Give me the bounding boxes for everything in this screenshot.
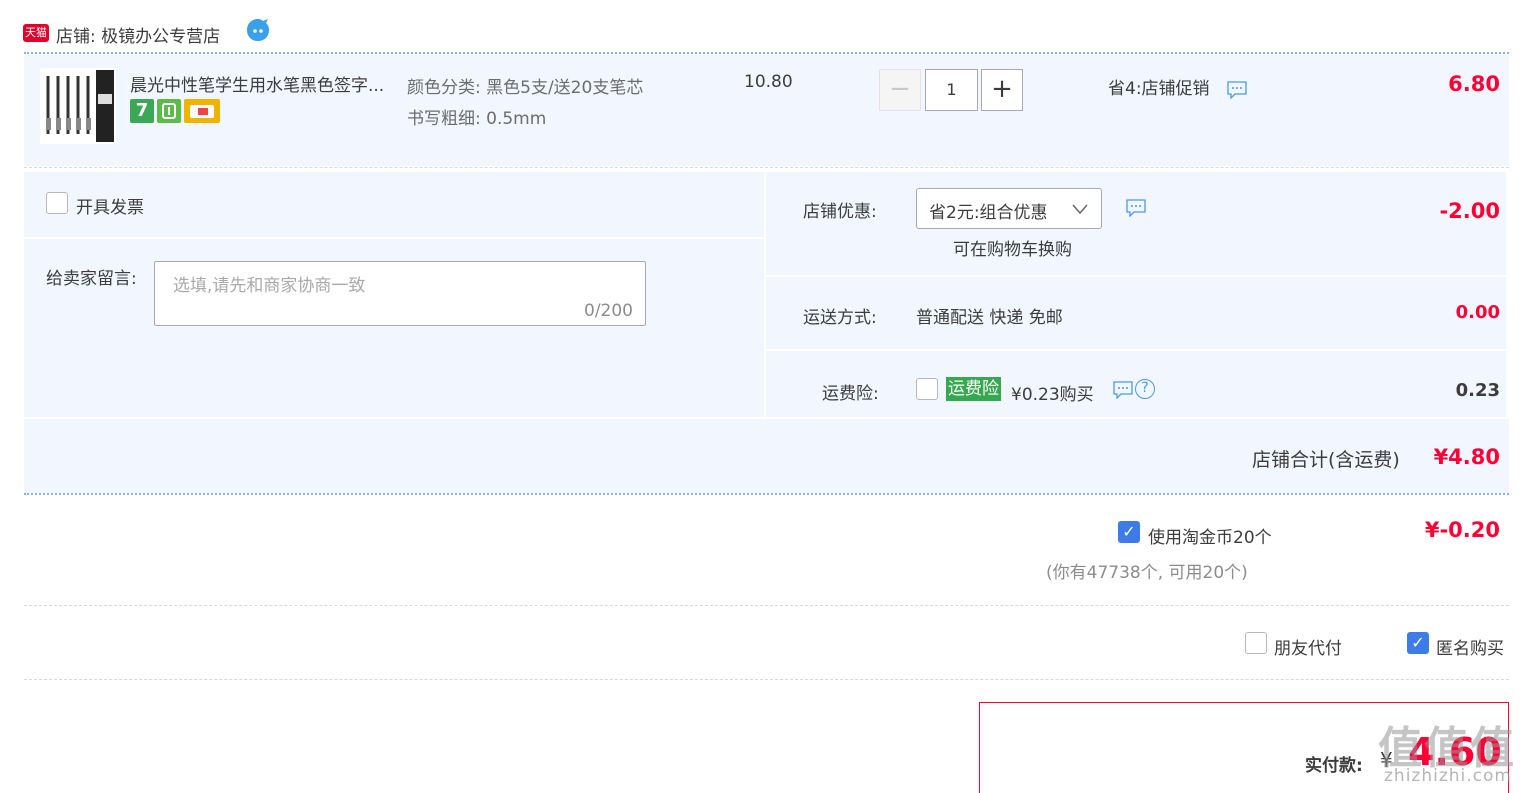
exchange-note-link[interactable]: 可在购物车换购 bbox=[953, 235, 1072, 260]
coins-divider bbox=[24, 605, 1509, 606]
credit-card-icon bbox=[184, 99, 220, 123]
friend-pay-checkbox[interactable] bbox=[1245, 632, 1267, 654]
seller-message-input[interactable]: 选填,请先和商家协商一致 0/200 bbox=[154, 261, 646, 326]
item-subtotal: 6.80 bbox=[1448, 72, 1500, 96]
sku-width: 书写粗细: 0.5mm bbox=[407, 109, 547, 129]
shop-total-divider bbox=[24, 493, 1509, 495]
product-title-link[interactable]: 晨光中性笔学生用水笔黑色签字... bbox=[130, 71, 400, 96]
item-divider bbox=[24, 167, 1509, 168]
shipping-amount: 0.00 bbox=[1455, 302, 1500, 323]
quantity-increase-button[interactable]: + bbox=[981, 69, 1023, 111]
tmall-logo: 天猫 bbox=[23, 24, 49, 42]
item-promotion: 省4:店铺促销 bbox=[1108, 79, 1210, 99]
final-payment-label: 实付款: bbox=[1305, 756, 1363, 776]
message-label: 给卖家留言: bbox=[46, 269, 137, 289]
shipping-label: 运送方式: bbox=[803, 308, 877, 328]
anonymous-purchase-label: 匿名购买 bbox=[1436, 639, 1504, 659]
insurance-info-icon[interactable] bbox=[1112, 381, 1134, 400]
options-divider bbox=[24, 679, 1509, 680]
quantity-decrease-button[interactable]: − bbox=[879, 69, 921, 111]
shipping-row bbox=[766, 277, 1506, 349]
discount-info-icon[interactable] bbox=[1125, 199, 1147, 218]
shop-discount-row bbox=[766, 172, 1506, 275]
message-placeholder: 选填,请先和商家协商一致 bbox=[173, 276, 366, 296]
site-watermark-url: zhizhizhi.com bbox=[1384, 766, 1512, 786]
use-coins-checkbox[interactable]: ✓ bbox=[1118, 521, 1140, 543]
insurance-badge: 运费险 bbox=[946, 377, 1001, 401]
promo-info-icon[interactable] bbox=[1226, 81, 1248, 100]
sku-color: 颜色分类: 黑色5支/送20支笔芯 bbox=[407, 78, 644, 98]
shipping-method: 普通配送 快递 免邮 bbox=[916, 308, 1063, 328]
shop-name-link[interactable]: 店铺: 极镜办公专营店 bbox=[56, 22, 220, 47]
coins-balance-note: (你有47738个, 可用20个) bbox=[1046, 563, 1248, 583]
help-icon[interactable]: ? bbox=[1135, 379, 1155, 399]
invoice-checkbox[interactable] bbox=[46, 192, 68, 214]
invoice-label: 开具发票 bbox=[76, 198, 144, 218]
shop-discount-select[interactable]: 省2元:组合优惠 bbox=[916, 188, 1102, 229]
insurance-label: 运费险: bbox=[822, 384, 879, 404]
use-coins-label: 使用淘金币20个 bbox=[1148, 528, 1272, 548]
friend-pay-label: 朋友代付 bbox=[1274, 639, 1342, 659]
shop-total-amount: ¥4.80 bbox=[1433, 445, 1500, 469]
shop-header-divider bbox=[24, 52, 1509, 54]
shop-discount-amount: -2.00 bbox=[1439, 199, 1500, 223]
product-thumbnail[interactable] bbox=[40, 68, 116, 144]
message-char-count: 0/200 bbox=[584, 301, 633, 321]
unit-price: 10.80 bbox=[744, 72, 793, 92]
anonymous-purchase-checkbox[interactable]: ✓ bbox=[1407, 632, 1429, 654]
shop-discount-label: 店铺优惠: bbox=[803, 202, 877, 222]
shop-total-label: 店铺合计(含运费) bbox=[1252, 449, 1400, 471]
guarantee-icon bbox=[157, 99, 181, 123]
seven-day-return-icon: 7 bbox=[130, 99, 154, 123]
coins-discount-amount: ¥-0.20 bbox=[1424, 518, 1500, 542]
insurance-checkbox[interactable] bbox=[916, 378, 938, 400]
insurance-amount: 0.23 bbox=[1455, 380, 1500, 401]
chevron-down-icon bbox=[1071, 201, 1089, 215]
shop-discount-value: 省2元:组合优惠 bbox=[929, 203, 1048, 223]
insurance-price: ¥0.23购买 bbox=[1011, 385, 1094, 405]
quantity-input[interactable]: 1 bbox=[925, 69, 978, 111]
service-badges: 7 bbox=[130, 99, 223, 123]
wangwang-chat-icon[interactable] bbox=[245, 18, 271, 44]
